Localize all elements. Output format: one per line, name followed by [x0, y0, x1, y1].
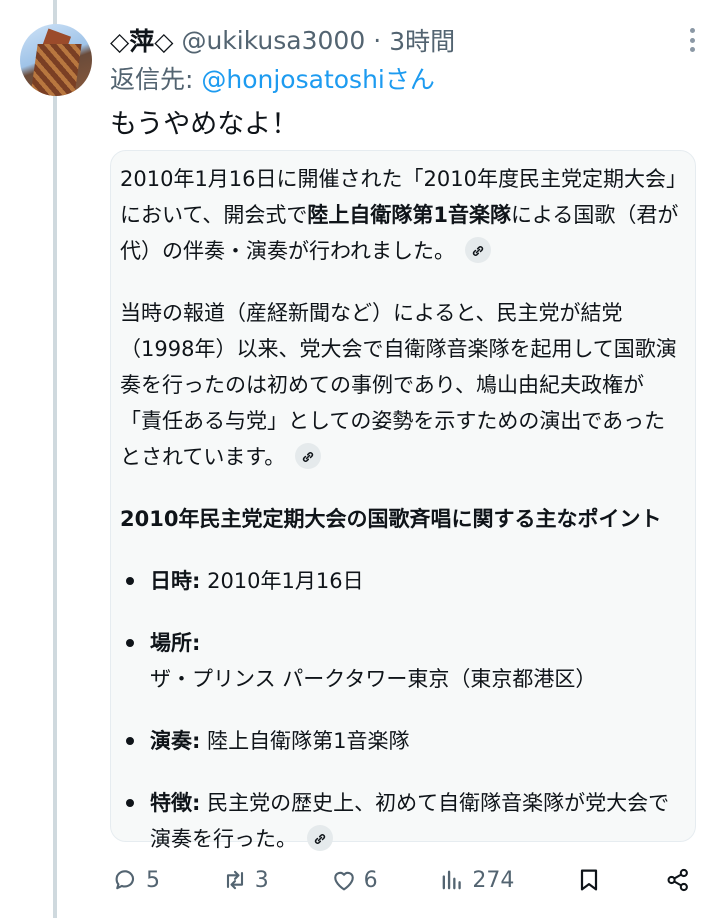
point-value: 民主党の歴史上、初めて自衛隊音楽隊が党大会で演奏を行った。 [150, 791, 670, 851]
dot [690, 47, 695, 52]
more-options-icon[interactable] [690, 28, 696, 52]
point-label: 特徴: [150, 791, 201, 815]
display-name[interactable]: ◇萍◇ [110, 22, 173, 58]
avatar-building [30, 44, 82, 96]
views-icon [443, 870, 462, 890]
p2-text: 当時の報道（産経新聞など）によると、民主党が結党（1998年）以来、党大会で自衛… [120, 301, 677, 469]
p1-bold-text: 陸上自衛隊第1音楽隊 [307, 203, 511, 227]
dot [690, 37, 695, 43]
card-heading: 2010年民主党定期大会の国歌斉唱に関する主なポイント [120, 507, 662, 531]
points-list: 日時: 2010年1月16日 場所: ザ・プリンス パークタワー東京（東京都港区）… [120, 563, 681, 857]
retweet-icon [226, 870, 243, 890]
card-paragraph-1: 2010年1月16日に開催された「2010年度民主党定期大会」において、開会式で… [120, 161, 681, 269]
reply-to: 返信先: @honjosatoshiさん [110, 60, 435, 96]
like-count: 6 [363, 867, 378, 893]
reply-mention-link[interactable]: @honjosatoshi [201, 65, 384, 94]
thread-line [53, 0, 57, 918]
user-handle[interactable]: @ukikusa3000 [181, 26, 365, 55]
dot [690, 28, 695, 33]
share-icon [667, 868, 688, 892]
point-value: 2010年1月16日 [200, 569, 364, 593]
reply-suffix: さん [384, 65, 435, 94]
separator-dot: · [373, 25, 382, 55]
list-item: 特徴: 民主党の歴史上、初めて自衛隊音楽隊が党大会で演奏を行った。 [120, 785, 681, 857]
list-item: 日時: 2010年1月16日 [120, 563, 681, 599]
action-bar: 5 3 6 274 [112, 860, 692, 900]
link-icon[interactable] [307, 825, 333, 851]
reply-icon [115, 870, 135, 890]
bookmark-icon [581, 869, 598, 891]
reply-button[interactable]: 5 [112, 866, 160, 894]
quoted-answer-card: 2010年1月16日に開催された「2010年度民主党定期大会」において、開会式で… [110, 150, 696, 851]
point-label: 場所: [150, 631, 201, 655]
link-icon[interactable] [464, 237, 491, 263]
timestamp[interactable]: 3時間 [389, 22, 455, 58]
card-paragraph-2: 当時の報道（産経新聞など）によると、民主党が結党（1998年）以来、党大会で自衛… [120, 295, 681, 475]
point-label: 日時: [150, 569, 201, 593]
reply-count: 5 [146, 867, 160, 893]
list-item: 場所: ザ・プリンス パークタワー東京（東京都港区） [120, 625, 681, 697]
heart-icon [333, 871, 354, 891]
tweet-text: もうやめなよ！ [110, 109, 299, 140]
retweet-count: 3 [254, 867, 269, 893]
avatar[interactable] [20, 24, 92, 96]
bookmark-button[interactable] [575, 866, 603, 894]
like-button[interactable]: 6 [330, 866, 378, 894]
link-icon[interactable] [295, 443, 322, 469]
views-count: 274 [472, 867, 515, 893]
point-label: 演奏: [150, 729, 201, 753]
views-button[interactable]: 274 [438, 866, 514, 894]
retweet-button[interactable]: 3 [221, 866, 269, 894]
reply-prefix: 返信先: [110, 65, 202, 94]
point-value: ザ・プリンス パークタワー東京（東京都港区） [150, 667, 597, 691]
tweet-header: ◇萍◇ @ukikusa3000 · 3時間 [110, 22, 455, 58]
list-item: 演奏: 陸上自衛隊第1音楽隊 [120, 723, 681, 759]
share-button[interactable] [664, 866, 692, 894]
point-value: 陸上自衛隊第1音楽隊 [200, 729, 410, 753]
